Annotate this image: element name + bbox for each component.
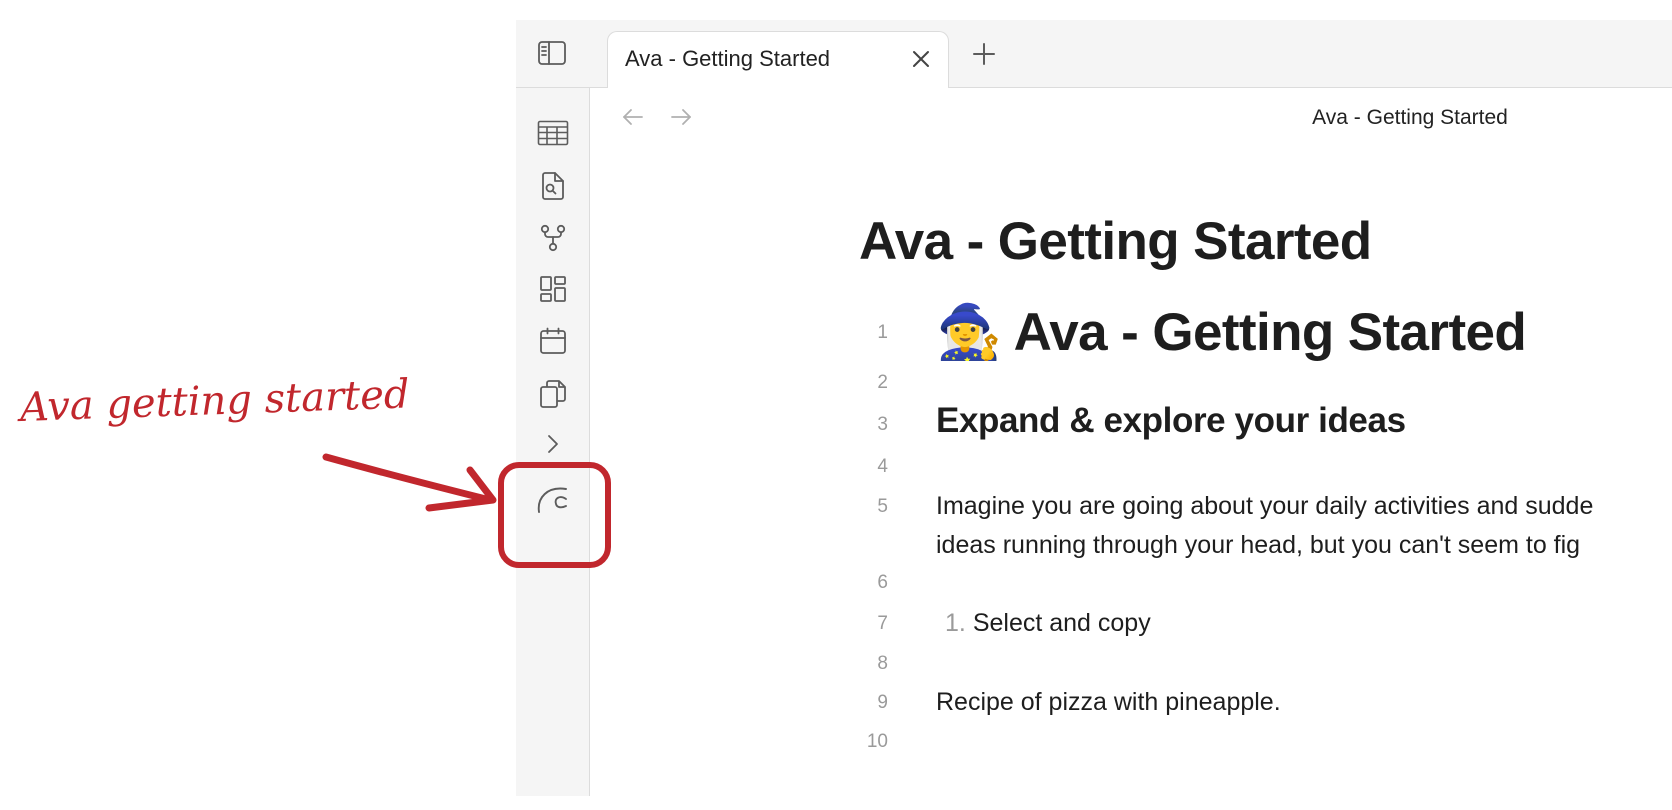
line-number: 1 xyxy=(877,322,888,343)
line-number: 7 xyxy=(877,613,888,634)
paragraph-line[interactable]: Recipe of pizza with pineapple. xyxy=(936,688,1281,717)
line-number: 9 xyxy=(877,692,888,713)
tab-bar: Ava - Getting Started xyxy=(516,20,1672,89)
ribbon-button-file-search[interactable] xyxy=(533,166,573,206)
table-icon xyxy=(537,120,569,146)
calendar-icon xyxy=(540,327,566,354)
close-icon xyxy=(913,51,929,67)
arrow-left-icon xyxy=(623,109,643,125)
note-view: Ava - Getting Started Ava - Getting Star… xyxy=(590,88,1672,796)
tab-label: Ava - Getting Started xyxy=(625,46,831,71)
line-number: 3 xyxy=(877,414,888,435)
git-fork-icon xyxy=(540,224,566,252)
ordered-list-item[interactable]: 1. Select and copy xyxy=(945,609,1151,638)
copy-icon xyxy=(540,380,566,408)
annotation-label: Ava getting started xyxy=(19,371,411,431)
new-tab-button[interactable] xyxy=(968,38,1000,70)
file-search-icon xyxy=(542,172,564,200)
paragraph-line[interactable]: Imagine you are going about your daily a… xyxy=(936,492,1593,521)
inline-title[interactable]: Ava - Getting Started xyxy=(859,211,1372,272)
ribbon-button-dashboard[interactable] xyxy=(533,269,573,309)
heading-1-text: Ava - Getting Started xyxy=(1013,303,1527,362)
screenshot-canvas: Ava - Getting Started Ava - Getting Star… xyxy=(0,0,1672,810)
line-number: 4 xyxy=(877,456,888,477)
sidebar-toggle-icon xyxy=(538,41,566,65)
ribbon-expand-button[interactable] xyxy=(533,424,573,464)
line-number: 2 xyxy=(877,372,888,393)
forward-button[interactable] xyxy=(666,102,696,132)
plus-icon xyxy=(973,43,995,65)
line-number: 6 xyxy=(877,572,888,593)
chevron-right-icon xyxy=(548,435,558,453)
app-window: Ava - Getting Started Ava - Getting Star… xyxy=(516,20,1672,796)
heading-1-line[interactable]: 🧙‍♀️ Ava - Getting Started xyxy=(936,301,1527,363)
ribbon-button-table[interactable] xyxy=(533,113,573,153)
heading-2-text[interactable]: Expand & explore your ideas xyxy=(936,401,1406,441)
ava-icon xyxy=(537,487,567,513)
list-marker: 1. xyxy=(945,609,966,637)
ribbon-button-ava[interactable] xyxy=(533,479,573,519)
arrow-right-icon xyxy=(671,109,691,125)
ribbon xyxy=(516,88,590,796)
ribbon-button-copy[interactable] xyxy=(533,374,573,414)
annotation-arrowhead xyxy=(425,466,497,512)
paragraph-line-wrap[interactable]: ideas running through your head, but you… xyxy=(936,531,1580,560)
ribbon-button-calendar[interactable] xyxy=(533,321,573,361)
annotation-arrow xyxy=(322,453,494,504)
dashboard-icon xyxy=(540,276,566,302)
tab-ava-getting-started[interactable]: Ava - Getting Started xyxy=(607,31,949,89)
line-number: 5 xyxy=(877,496,888,517)
wizard-emoji: 🧙‍♀️ xyxy=(936,303,1002,362)
sidebar-toggle-button[interactable] xyxy=(536,38,568,68)
line-number: 10 xyxy=(866,731,888,752)
tab-close-button[interactable] xyxy=(908,46,934,72)
line-number: 8 xyxy=(877,653,888,674)
list-item-text: Select and copy xyxy=(972,609,1151,637)
ribbon-button-graph[interactable] xyxy=(533,218,573,258)
back-button[interactable] xyxy=(618,102,648,132)
view-header-title[interactable]: Ava - Getting Started xyxy=(1285,106,1535,130)
